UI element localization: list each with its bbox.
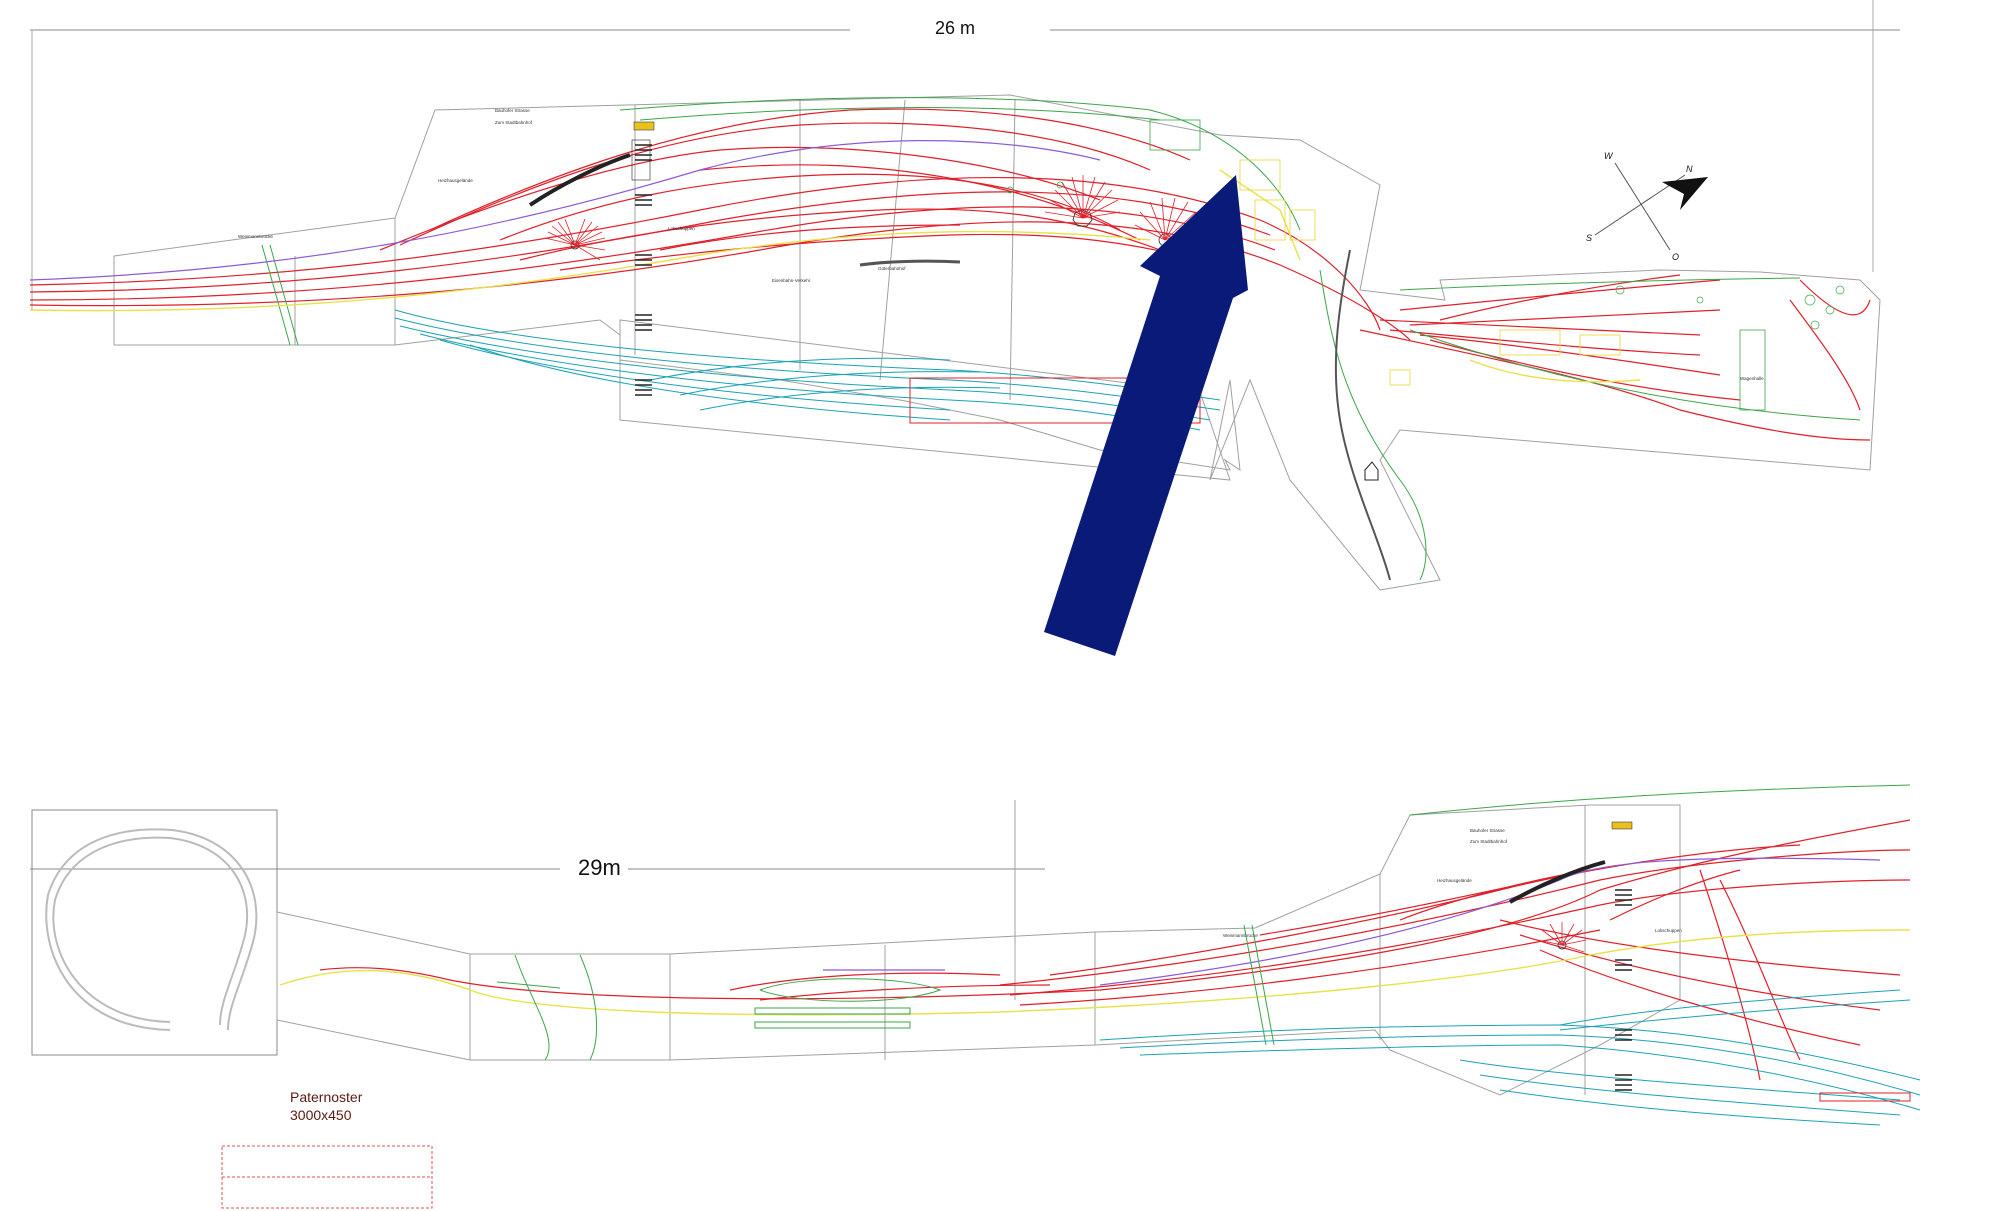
label-site3-top: Güterbahnhof <box>878 266 906 271</box>
top-dimension-label: 26 m <box>935 18 975 38</box>
label-street1-top: Bauhofer Strasse <box>495 108 530 113</box>
paternoster-legend: Paternoster 3000x450 <box>221 1089 433 1209</box>
pointer-arrow-icon <box>1044 175 1248 656</box>
label-site2-top: Lokschuppen <box>668 226 695 231</box>
bottom-baseboard-outlines <box>276 800 1681 1096</box>
label-street2-top: Zum Stadtbahnhof <box>495 120 533 125</box>
label-site4-top: Eisenbahn-Verkehr <box>772 278 811 283</box>
paternoster-size: 3000x450 <box>290 1107 352 1123</box>
label-bridge-top: Weinmannbrücke <box>238 234 273 239</box>
bottom-main-tracks <box>319 819 1911 1081</box>
label-site1-bottom: Heizhausgelände <box>1437 878 1472 883</box>
top-dimension-line: 26 m <box>30 0 1900 310</box>
compass-w: W <box>1604 151 1614 161</box>
top-turntables <box>544 175 1201 261</box>
compass-n: N <box>1686 164 1693 174</box>
label-street2-bottom: Zum Stadtbahnhof <box>1470 839 1508 844</box>
track-crossing-bars-lower <box>635 314 652 396</box>
compass-s: S <box>1586 233 1592 243</box>
bottom-yard-tracks <box>1099 989 1921 1126</box>
label-bridge-bottom: Weinmannbrücke <box>1223 933 1258 938</box>
bottom-green-tracks <box>496 784 1911 1061</box>
top-yellow-tracks <box>29 169 1641 383</box>
label-site1-top: Heizhausgelände <box>438 178 473 183</box>
bottom-purple-tracks <box>823 857 1881 986</box>
compass: W N S O <box>1586 151 1708 262</box>
bottom-dimension-label: 29m <box>578 855 621 880</box>
label-site2-bottom: Lokschuppen <box>1655 928 1682 933</box>
paternoster-title: Paternoster <box>290 1089 363 1105</box>
top-purple-tracks <box>29 139 1101 281</box>
track-plan-drawing: 26 m Weinmannbrücke Bauhofer Strasse Zum… <box>29 0 1921 1209</box>
turntable-middle <box>1044 175 1121 227</box>
bottom-crossing-bars <box>1615 889 1632 1091</box>
turntable-left <box>544 218 606 261</box>
compass-o: O <box>1672 252 1679 262</box>
label-depot-top: Wagenhalle <box>1740 376 1764 381</box>
bottom-plan-labels: Weinmannbrücke Bauhofer Strasse Zum Stad… <box>1223 828 1682 938</box>
north-arrow-icon <box>1662 177 1708 210</box>
top-plan: 26 m Weinmannbrücke Bauhofer Strasse Zum… <box>29 0 1900 656</box>
label-street1-bottom: Bauhofer Strasse <box>1470 828 1505 833</box>
helix-board <box>31 809 278 1056</box>
top-yard-tracks <box>394 309 1221 431</box>
bottom-plan: 29m Weinmannbrücke Bauhofer Strasse Zum … <box>30 784 1921 1126</box>
